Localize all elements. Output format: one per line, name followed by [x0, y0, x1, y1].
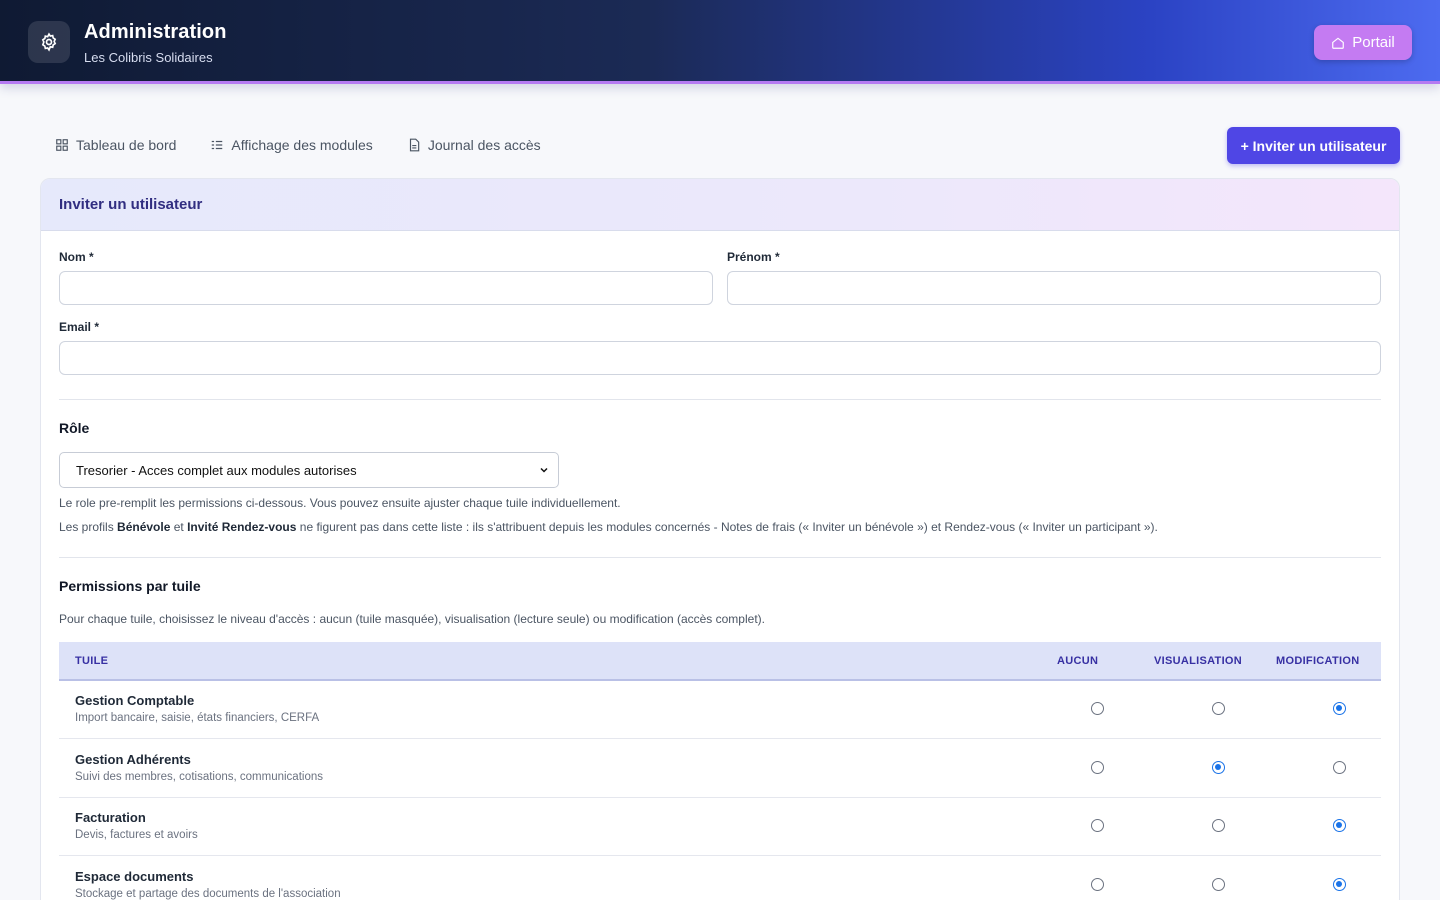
benevole-profile: Bénévole — [117, 520, 171, 534]
admin-nav: Tableau de bord Affichage des modules Jo… — [55, 135, 575, 155]
email-label: Email * — [59, 320, 100, 334]
role-selected-value: Tresorier - Acces complet aux modules au… — [76, 462, 357, 478]
document-icon — [409, 138, 420, 152]
organization-name: Les Colibris Solidaires — [84, 50, 213, 65]
list-icon — [212, 140, 223, 150]
tile-description: Stockage et partage des documents de l'a… — [75, 887, 341, 900]
col-tuile: TUILE — [75, 655, 109, 667]
table-row: Gestion Comptable Import bancaire, saisie… — [59, 681, 1381, 739]
nav-modules-label: Affichage des modules — [231, 137, 373, 153]
radio-modification[interactable] — [1333, 760, 1346, 774]
divider — [59, 399, 1381, 400]
portal-button[interactable]: Portail — [1314, 25, 1412, 60]
tile-name: Espace documents — [75, 868, 194, 884]
radio-modification[interactable] — [1333, 702, 1346, 715]
table-row: Gestion Adhérents Suivi des membres, coti… — [59, 740, 1381, 798]
nav-modules[interactable]: Affichage des modules — [210, 135, 373, 155]
radio-modification[interactable] — [1333, 877, 1346, 891]
permissions-title: Permissions par tuile — [59, 578, 201, 594]
radio-aucun[interactable] — [1091, 702, 1104, 715]
radio-aucun[interactable] — [1091, 760, 1104, 774]
tile-description: Suivi des membres, cotisations, communic… — [75, 770, 323, 783]
radio-visualisation[interactable] — [1212, 760, 1225, 774]
col-aucun: AUCUN — [1057, 655, 1099, 667]
prenom-label: Prénom * — [727, 250, 780, 264]
portal-label: Portail — [1352, 34, 1395, 51]
prenom-input[interactable] — [727, 271, 1381, 305]
table-row: Facturation Devis, factures et avoirs — [59, 798, 1381, 856]
radio-visualisation[interactable] — [1212, 877, 1225, 891]
tile-name: Gestion Adhérents — [75, 751, 191, 767]
card-title: Inviter un utilisateur — [59, 196, 203, 213]
tile-name: Gestion Comptable — [75, 693, 195, 708]
col-visualisation: VISUALISATION — [1154, 655, 1243, 667]
divider — [59, 557, 1381, 558]
tile-name: Facturation — [75, 810, 146, 825]
nav-dashboard-label: Tableau de bord — [76, 137, 177, 153]
nav-access-log[interactable]: Journal des accès — [407, 135, 541, 155]
radio-visualisation[interactable] — [1212, 702, 1225, 715]
chevron-down-icon — [540, 467, 548, 473]
radio-aucun[interactable] — [1091, 819, 1104, 832]
gear-icon — [28, 21, 70, 63]
invite-user-card: Inviter un utilisateur Nom * Prénom * Em… — [40, 178, 1400, 900]
profiles-hint-text: et — [170, 520, 188, 534]
radio-modification[interactable] — [1333, 819, 1346, 832]
role-hint: Le role pre-remplit les permissions ci-d… — [59, 496, 621, 510]
nav-access-log-label: Journal des accès — [427, 137, 541, 153]
card-header: Inviter un utilisateur — [41, 179, 1399, 231]
invite-rdv-profile: Invité Rendez-vous — [187, 520, 297, 534]
role-title: Rôle — [59, 420, 90, 436]
dashboard-grid-icon — [56, 139, 68, 151]
nav-dashboard[interactable]: Tableau de bord — [55, 135, 176, 155]
profiles-hint: Les profils Bénévole et Invité Rendez-vo… — [59, 520, 1158, 534]
permissions-table-header: TUILE AUCUN VISUALISATION MODIFICATION — [59, 642, 1381, 681]
page-title: Administration — [84, 21, 227, 43]
nom-label: Nom * — [59, 250, 94, 264]
home-icon — [1332, 37, 1345, 49]
radio-visualisation[interactable] — [1212, 819, 1225, 832]
role-select[interactable]: Tresorier - Acces complet aux modules au… — [59, 452, 559, 488]
tile-description: Devis, factures et avoirs — [75, 829, 198, 841]
radio-aucun[interactable] — [1091, 877, 1104, 891]
col-modification: MODIFICATION — [1276, 655, 1360, 667]
tile-description: Import bancaire, saisie, états financier… — [75, 712, 320, 724]
top-header: Administration Les Colibris Solidaires P… — [0, 0, 1440, 84]
profiles-hint-text: ne figurent pas dans cette liste : ils s… — [296, 520, 1158, 534]
table-row: Espace documents Stockage et partage des … — [59, 857, 1381, 900]
permissions-hint: Pour chaque tuile, choisissez le niveau … — [59, 612, 765, 626]
email-input[interactable] — [59, 341, 1381, 375]
profiles-hint-text: Les profils — [59, 520, 118, 534]
invite-user-button[interactable]: + Inviter un utilisateur — [1227, 127, 1400, 164]
nom-input[interactable] — [59, 271, 713, 305]
